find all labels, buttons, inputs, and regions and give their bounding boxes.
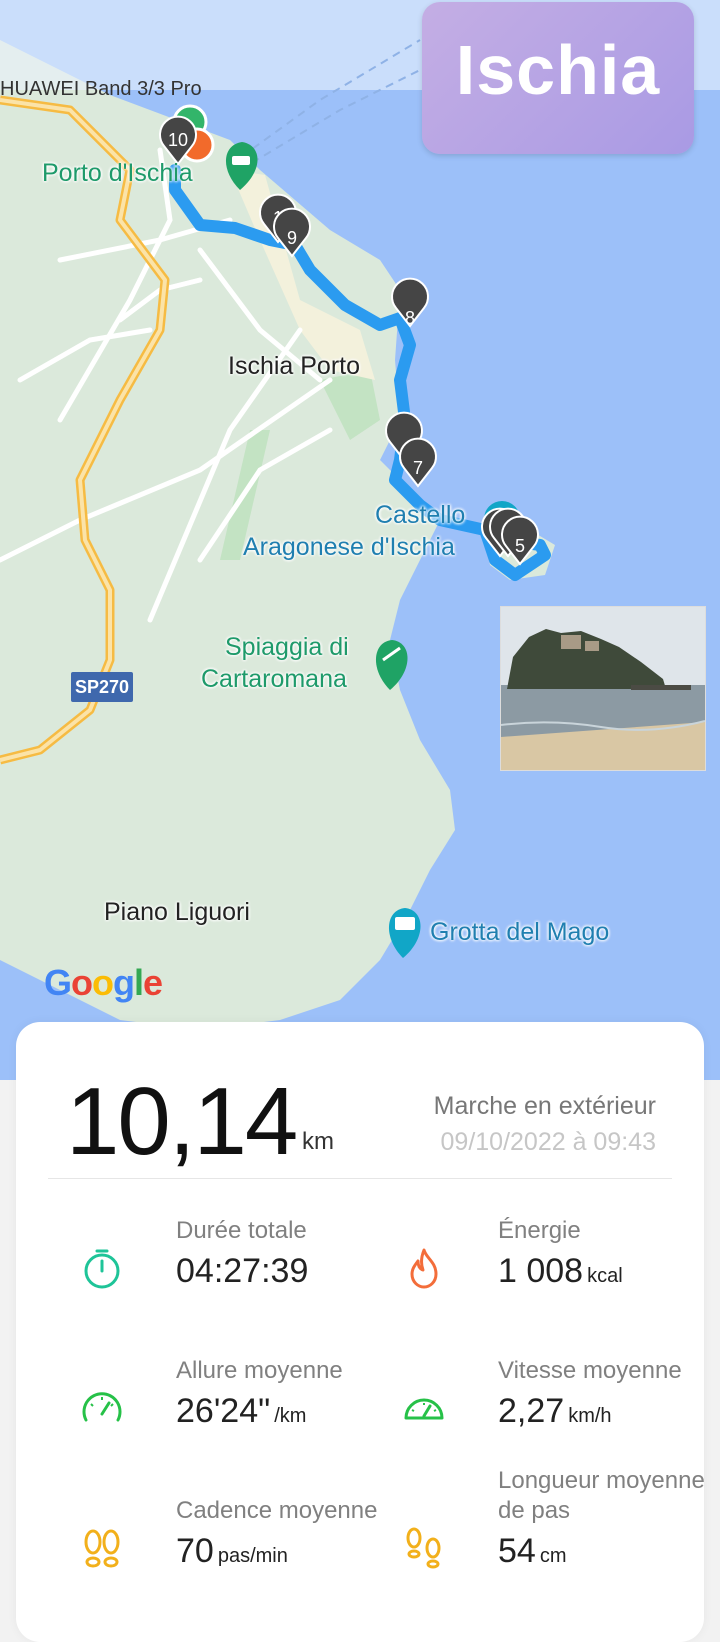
- divider: [48, 1178, 672, 1179]
- stat-label: Cadence moyenne: [176, 1497, 378, 1524]
- stat-value: 54 cm: [498, 1532, 567, 1570]
- flame-icon: [410, 1248, 438, 1289]
- stat-total-duration: Durée totale 04:27:39: [48, 1216, 378, 1326]
- stat-value: 70 pas/min: [176, 1532, 288, 1570]
- poi-spiaggia-line2[interactable]: Cartaromana: [201, 664, 347, 694]
- footsteps-icon: [406, 1527, 441, 1569]
- stat-average-cadence: Cadence moyenne 70 pas/min: [48, 1496, 378, 1606]
- stat-average-stride-length: Longueur moyenne de pas 54 cm: [370, 1467, 705, 1606]
- stat-average-pace: Allure moyenne 26'24"/km: [48, 1356, 378, 1466]
- marker-label-8: 8: [405, 308, 415, 328]
- workout-summary-card: 10,14 km Marche en extérieur 09/10/2022 …: [16, 1022, 705, 1642]
- marker-label-10: 10: [168, 130, 188, 150]
- distance-value: 10,14: [66, 1068, 298, 1175]
- stat-value: 26'24"/km: [176, 1392, 307, 1430]
- town-piano-liguori: Piano Liguori: [104, 898, 250, 926]
- stat-label: Durée totale: [176, 1217, 307, 1244]
- poi-spiaggia-line1[interactable]: Spiaggia di: [225, 632, 349, 662]
- footprints-icon: [84, 1529, 120, 1568]
- poi-grotta-del-mago[interactable]: Grotta del Mago: [430, 917, 609, 947]
- marker-label-9: 9: [287, 228, 297, 248]
- title-text: Ischia: [455, 31, 661, 109]
- stat-label: Allure moyenne: [176, 1357, 343, 1384]
- poi-porto-ischia[interactable]: Porto d'Ischia: [42, 158, 193, 188]
- poi-castello-line1[interactable]: Castello: [375, 500, 465, 530]
- speedometer-icon: [82, 1392, 122, 1422]
- title-badge: Ischia: [422, 2, 694, 154]
- activity-type: Marche en extérieur: [433, 1092, 656, 1120]
- stat-energy: Énergie 1 008 kcal: [370, 1216, 700, 1326]
- road-shield-sp270: SP270: [71, 672, 133, 702]
- stat-label: Vitesse moyenne: [498, 1357, 682, 1384]
- distance-unit: km: [302, 1128, 334, 1155]
- activity-date: 09/10/2022 à 09:43: [440, 1128, 656, 1156]
- stat-value: 2,27 km/h: [498, 1392, 612, 1430]
- camera-poi-icon: [388, 908, 421, 958]
- castle-photo: [500, 606, 706, 771]
- stopwatch-icon: [84, 1249, 120, 1289]
- stat-average-speed: Vitesse moyenne 2,27 km/h: [370, 1356, 700, 1466]
- marker-label-7: 7: [413, 458, 423, 478]
- route-map[interactable]: 10 1 9 8 7 5 HUAWEI Band 3/3 Pro Porto d…: [0, 0, 720, 1080]
- town-ischia-porto: Ischia Porto: [228, 352, 361, 380]
- device-label: HUAWEI Band 3/3 Pro: [0, 78, 202, 100]
- google-logo: Google: [44, 962, 163, 1003]
- poi-castello-line2[interactable]: Aragonese d'Ischia: [243, 532, 455, 562]
- stat-value: 04:27:39: [176, 1252, 309, 1290]
- stat-label: Longueur moyenne de pas: [498, 1467, 705, 1524]
- stat-label: Énergie: [498, 1217, 581, 1244]
- stat-value: 1 008 kcal: [498, 1252, 623, 1290]
- gauge-icon: [404, 1398, 444, 1420]
- marker-label-5: 5: [515, 536, 525, 556]
